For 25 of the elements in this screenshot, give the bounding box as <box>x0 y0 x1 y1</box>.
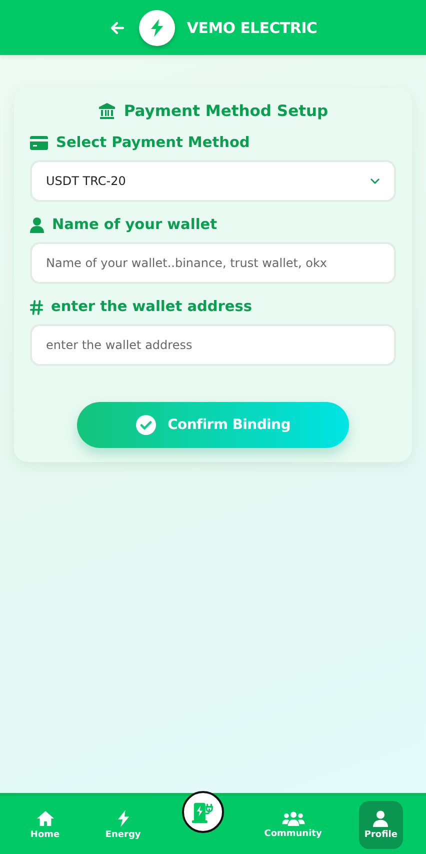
field-label: Select Payment Method <box>56 135 250 151</box>
bank-icon <box>98 102 116 120</box>
bolt-icon <box>116 810 130 827</box>
people-icon <box>282 811 305 826</box>
card-icon <box>30 136 48 150</box>
nav-item[interactable]: Home <box>23 801 68 849</box>
check-circle-icon <box>136 415 156 435</box>
chevron-down-icon <box>370 178 380 184</box>
nav-item[interactable]: Community <box>261 801 325 849</box>
user-icon <box>373 810 388 827</box>
input-field[interactable]: Name of your wallet..binance, trust wallet, okx <box>30 242 396 284</box>
form-title: Payment Method Setup <box>124 102 328 120</box>
payment-method-dropdown[interactable]: USDT TRC-20 <box>30 160 396 202</box>
user-icon <box>30 217 44 233</box>
field-label: Name of your wallet <box>52 217 218 233</box>
bolt-logo-icon <box>138 10 175 46</box>
app-title: VEMO ELECTRIC <box>186 18 318 36</box>
confirm-button[interactable]: Confirm Binding <box>77 402 349 448</box>
input-field[interactable]: enter the wallet address <box>30 324 396 366</box>
field-label: enter the wallet address <box>51 299 252 315</box>
nav-item[interactable]: Profile <box>358 801 403 849</box>
nav-item[interactable]: Energy <box>101 801 146 849</box>
home-icon <box>36 810 55 827</box>
charger-button[interactable] <box>182 791 224 833</box>
hash-icon <box>30 300 43 314</box>
